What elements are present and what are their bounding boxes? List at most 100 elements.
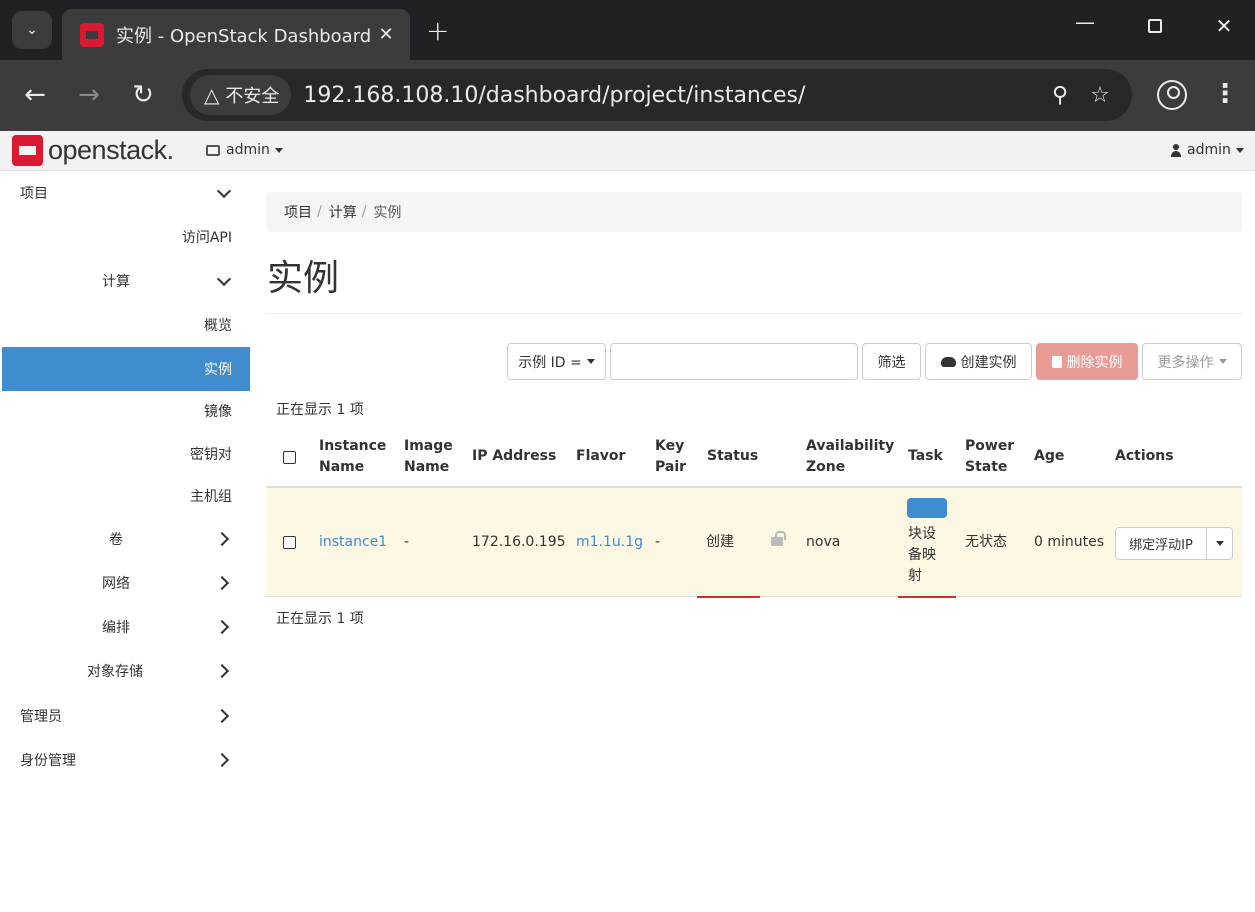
instance-name-link[interactable]: instance1 — [319, 532, 387, 553]
chevron-down-icon — [216, 185, 232, 201]
col-flavor[interactable]: Flavor — [576, 446, 625, 467]
window-close-icon[interactable]: ✕ — [1209, 14, 1239, 38]
security-indicator[interactable]: △ 不安全 — [190, 75, 292, 115]
url-text[interactable]: 192.168.108.10/dashboard/project/instanc… — [303, 83, 1040, 108]
col-image-name[interactable]: Image Name — [404, 436, 453, 478]
new-tab-icon[interactable]: + — [426, 14, 449, 47]
header-line: Availability — [806, 438, 895, 454]
sidebar-item-api-access[interactable]: 访问API — [2, 215, 250, 259]
sidebar-item-label: 镜像 — [204, 404, 232, 420]
minimize-icon[interactable]: — — [1070, 10, 1100, 34]
chevron-right-icon — [216, 752, 232, 768]
bookmark-star-icon[interactable]: ☆ — [1080, 83, 1120, 108]
create-instance-label: 创建实例 — [960, 354, 1017, 371]
sidebar-item-orchestration[interactable]: 编排 — [2, 605, 250, 649]
col-instance-name[interactable]: Instance Name — [319, 436, 386, 478]
close-tab-icon[interactable]: ✕ — [374, 24, 398, 45]
chevron-down-icon: ⌄ — [26, 22, 38, 38]
web-page: openstack. admin admin 项目 访问API 计算 概览 实例… — [0, 131, 1255, 912]
sidebar-item-keypairs[interactable]: 密钥对 — [2, 432, 250, 476]
breadcrumb-item[interactable]: 计算 — [329, 202, 357, 222]
col-task[interactable]: Task — [908, 446, 943, 467]
tab-title: 实例 - OpenStack Dashboard — [116, 25, 372, 47]
col-availability-zone[interactable]: Availability Zone — [806, 436, 894, 478]
cloud-upload-icon — [940, 356, 956, 367]
chevron-down-icon — [216, 273, 232, 289]
sidebar-item-label: 对象存储 — [87, 664, 143, 680]
sidebar-item-identity[interactable]: 身份管理 — [2, 738, 250, 782]
address-bar[interactable]: △ 不安全 192.168.108.10/dashboard/project/i… — [182, 69, 1132, 121]
sidebar-item-label: 计算 — [102, 274, 130, 290]
filter-field-label: 示例 ID = — [518, 354, 582, 371]
row-action-group: 绑定浮动IP — [1115, 527, 1233, 560]
status-underline — [697, 596, 760, 598]
item-count-top: 正在显示 1 项 — [276, 402, 364, 418]
forward-arrow-icon[interactable]: → — [74, 80, 104, 110]
browser-tab[interactable]: 实例 - OpenStack Dashboard ✕ — [62, 9, 410, 60]
header-line: Pair — [655, 459, 687, 475]
warning-icon: △ — [204, 83, 220, 107]
back-arrow-icon[interactable]: ← — [20, 80, 50, 110]
sidebar-item-server-groups[interactable]: 主机组 — [2, 474, 250, 518]
caret-down-icon — [1235, 147, 1244, 153]
caret-down-icon — [1215, 541, 1224, 546]
openstack-logo[interactable]: openstack. — [12, 135, 174, 166]
delete-instances-button[interactable]: 删除实例 — [1036, 343, 1138, 380]
create-instance-button[interactable]: 创建实例 — [925, 343, 1032, 380]
sidebar-item-volumes[interactable]: 卷 — [2, 517, 250, 561]
col-age[interactable]: Age — [1034, 446, 1064, 467]
user-icon — [1171, 143, 1181, 157]
chevron-right-icon — [216, 531, 232, 547]
sidebar-item-network[interactable]: 网络 — [2, 561, 250, 605]
breadcrumb-item[interactable]: 项目 — [284, 202, 312, 222]
tab-search-button[interactable]: ⌄ — [12, 11, 52, 49]
openstack-logo-icon — [12, 135, 43, 166]
project-switcher[interactable]: admin — [206, 142, 283, 158]
col-power-state[interactable]: Power State — [965, 436, 1014, 478]
divider — [266, 313, 1242, 314]
table-header: Instance Name Image Name IP Address Flav… — [266, 430, 1242, 488]
breadcrumb-current: 实例 — [373, 205, 402, 221]
filter-button[interactable]: 筛选 — [862, 343, 921, 380]
age-cell: 0 minutes — [1034, 534, 1105, 550]
reload-icon[interactable]: ↻ — [128, 80, 158, 110]
col-status[interactable]: Status — [707, 446, 758, 467]
sidebar-item-instances[interactable]: 实例 — [2, 347, 250, 391]
maximize-icon[interactable] — [1140, 14, 1170, 38]
sidebar-item-object-store[interactable]: 对象存储 — [2, 649, 250, 693]
task-line: 射 — [908, 568, 922, 584]
filter-input[interactable] — [610, 343, 858, 380]
page-title: 实例 — [267, 258, 340, 299]
col-actions: Actions — [1115, 448, 1174, 464]
browser-menu-icon[interactable]: ⋮ — [1212, 78, 1238, 110]
profile-icon[interactable] — [1157, 80, 1187, 110]
sidebar-item-compute[interactable]: 计算 — [2, 259, 250, 303]
sidebar-item-label: 网络 — [102, 576, 130, 592]
top-navbar: openstack. admin admin — [0, 131, 1255, 171]
user-menu[interactable]: admin — [1171, 142, 1244, 158]
sidebar-item-overview[interactable]: 概览 — [2, 303, 250, 347]
sidebar-item-admin[interactable]: 管理员 — [2, 694, 250, 738]
delete-instances-label: 删除实例 — [1066, 354, 1123, 371]
select-all-checkbox[interactable] — [283, 451, 296, 464]
filter-field-select[interactable]: 示例 ID = — [507, 343, 606, 380]
task-underline — [898, 596, 956, 598]
unlock-icon — [771, 531, 786, 546]
header-line: Key — [655, 438, 685, 454]
flavor-link[interactable]: m1.1u.1g — [576, 532, 643, 553]
user-name: admin — [1187, 142, 1231, 158]
item-count-bottom: 正在显示 1 项 — [276, 611, 364, 627]
image-name-cell: - — [404, 534, 410, 550]
zoom-icon[interactable]: ⚲ — [1040, 83, 1080, 108]
openstack-favicon-icon — [80, 22, 104, 47]
more-actions-button[interactable]: 更多操作 — [1142, 343, 1242, 380]
task-progress-bar — [907, 498, 947, 518]
associate-floating-ip-button[interactable]: 绑定浮动IP — [1115, 527, 1207, 560]
row-checkbox[interactable] — [283, 536, 296, 549]
row-actions-dropdown[interactable] — [1207, 527, 1233, 560]
sidebar-item-project[interactable]: 项目 — [2, 171, 250, 215]
col-key-pair[interactable]: Key Pair — [655, 436, 686, 478]
col-ip-address[interactable]: IP Address — [472, 446, 556, 467]
ip-address-cell: 172.16.0.195 — [472, 534, 566, 550]
sidebar-item-images[interactable]: 镜像 — [2, 389, 250, 433]
